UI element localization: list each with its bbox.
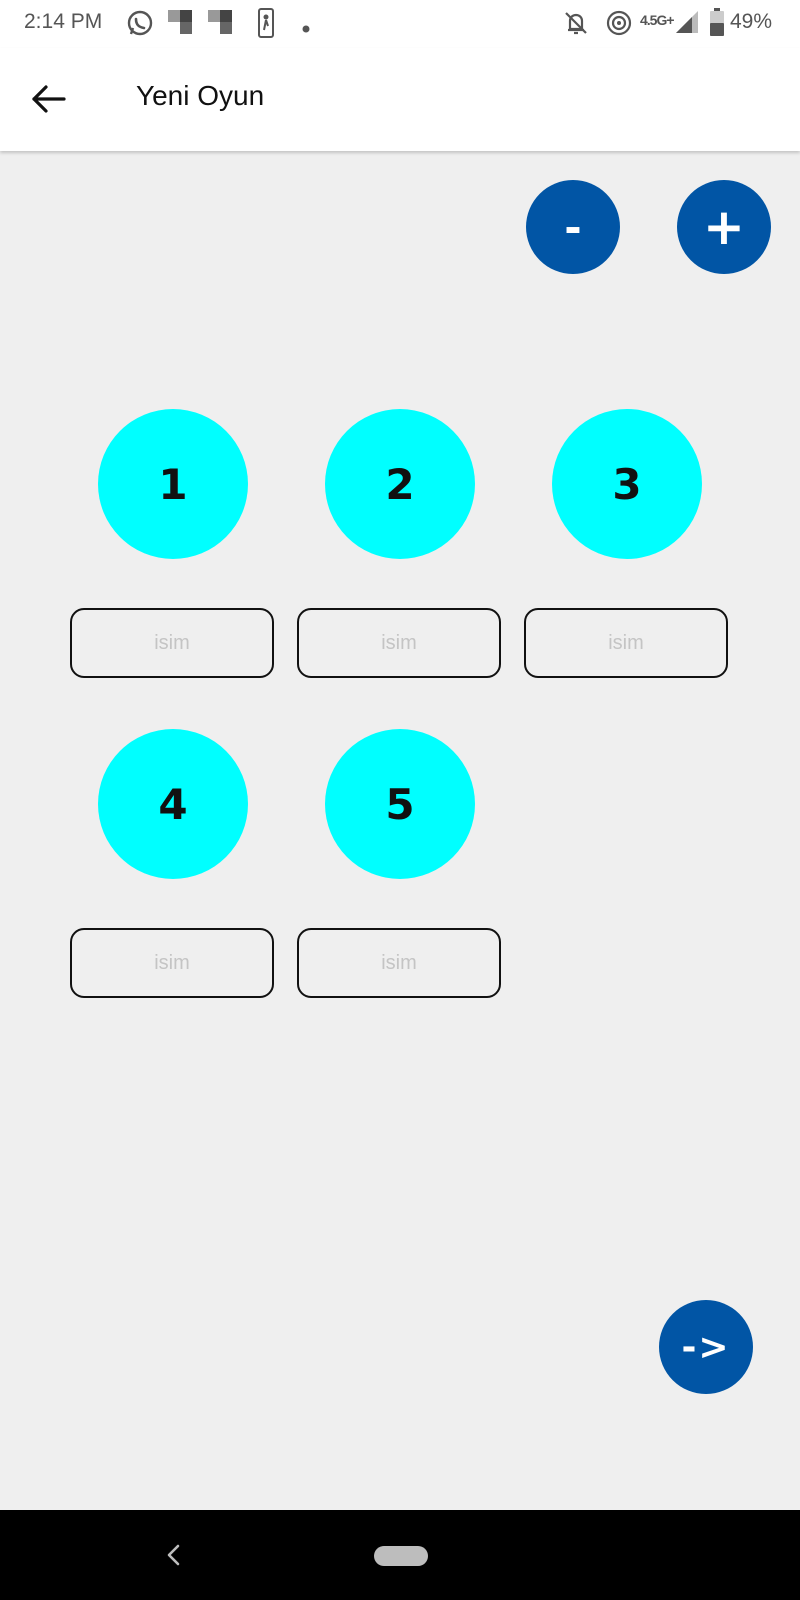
notification-icon <box>208 10 236 41</box>
back-button[interactable] <box>22 73 74 125</box>
battery-percentage: 49% <box>729 10 772 33</box>
network-type: 4.5G+ <box>640 12 675 28</box>
player-name-input[interactable] <box>524 608 728 678</box>
nba-icon <box>258 8 274 43</box>
chevron-left-icon <box>167 1544 180 1566</box>
next-button[interactable]: -> <box>659 1300 753 1394</box>
player-number-badge: 3 <box>552 409 702 559</box>
player-number-badge: 5 <box>325 729 475 879</box>
bell-off-icon <box>562 9 590 42</box>
remove-player-button[interactable]: - <box>526 180 620 274</box>
app-bar: Yeni Oyun <box>0 48 800 151</box>
signal-icon <box>676 11 698 38</box>
player-number-badge: 1 <box>98 409 248 559</box>
hotspot-icon <box>605 9 633 42</box>
player-number-badge: 4 <box>98 729 248 879</box>
arrow-left-icon <box>32 85 66 113</box>
player-number-badge: 2 <box>325 409 475 559</box>
screen: 2:14 PM 4.5G+ 49% Yeni Oyun - + 1 2 3 4 … <box>0 0 800 1600</box>
player-name-input[interactable] <box>297 928 501 998</box>
nav-back-button[interactable] <box>158 1538 188 1572</box>
status-time: 2:14 PM <box>24 10 103 33</box>
nav-home-button[interactable] <box>374 1546 428 1566</box>
player-name-input[interactable] <box>297 608 501 678</box>
player-name-input[interactable] <box>70 608 274 678</box>
page-title: Yeni Oyun <box>136 80 265 111</box>
battery-icon <box>710 8 724 41</box>
notification-icon <box>168 10 196 41</box>
dot-icon <box>302 20 310 38</box>
status-bar: 2:14 PM 4.5G+ 49% <box>0 0 800 48</box>
whatsapp-icon <box>126 9 154 42</box>
navigation-bar <box>0 1510 800 1600</box>
player-name-input[interactable] <box>70 928 274 998</box>
add-player-button[interactable]: + <box>677 180 771 274</box>
